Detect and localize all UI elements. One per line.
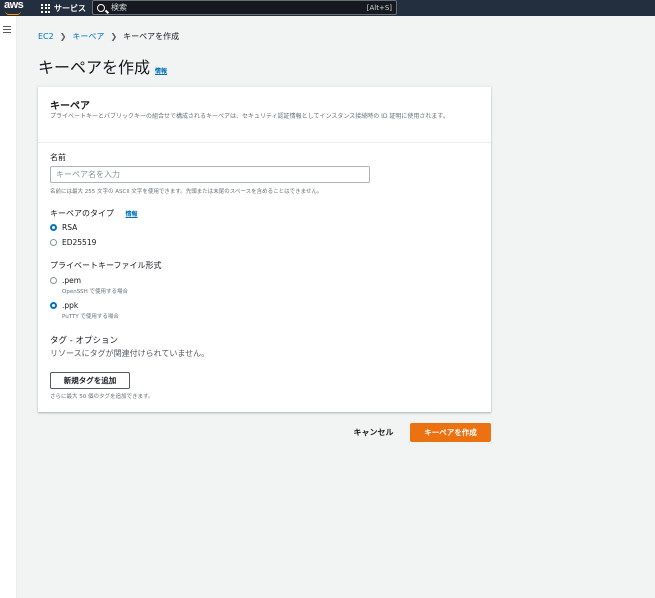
no-tags-message: リソースにタグが関連付けられていません。 bbox=[50, 349, 210, 358]
card-title: キーペア bbox=[50, 101, 90, 112]
page-title-text: キーペアを作成 bbox=[38, 58, 151, 77]
services-menu-button[interactable]: サービス bbox=[41, 0, 86, 16]
radio-button-selected[interactable] bbox=[50, 302, 57, 309]
breadcrumb-current: キーペアを作成 bbox=[123, 31, 180, 41]
create-key-pair-button[interactable]: キーペアを作成 bbox=[410, 423, 491, 442]
top-navigation-bar: aws サービス 検索 [Alt+S] bbox=[0, 0, 655, 16]
tags-section-title: タグ - オプション bbox=[50, 336, 118, 346]
card-description: プライベートキーとパブリックキーの組合せで構成されるキーペアは、セキュリティ認証… bbox=[50, 113, 449, 120]
aws-logo-text: aws bbox=[4, 0, 24, 11]
radio-ed25519[interactable]: ED25519 bbox=[50, 238, 96, 247]
add-tag-button[interactable]: 新規タグを追加 bbox=[50, 372, 130, 389]
name-hint: 名前には最大 255 文字の ASCII 文字を使用できます。先頭または末尾のス… bbox=[50, 189, 323, 195]
key-type-label: キーペアのタイプ 情報 bbox=[50, 208, 138, 219]
radio-ppk-label: .ppk bbox=[62, 301, 79, 310]
radio-ppk[interactable]: .ppk bbox=[50, 301, 78, 310]
radio-rsa-label: RSA bbox=[62, 223, 78, 232]
radio-button[interactable] bbox=[50, 239, 57, 246]
side-navigation-panel bbox=[0, 16, 17, 598]
radio-pem[interactable]: .pem bbox=[50, 276, 81, 285]
search-icon bbox=[97, 3, 105, 12]
breadcrumb-ec2-link[interactable]: EC2 bbox=[38, 32, 54, 41]
search-bar[interactable]: 検索 [Alt+S] bbox=[92, 0, 397, 15]
chevron-right-icon: ❯ bbox=[59, 31, 67, 41]
radio-ppk-description: PuTTY で使用する場合 bbox=[62, 314, 119, 320]
name-label: 名前 bbox=[50, 153, 66, 162]
key-type-label-text: キーペアのタイプ bbox=[50, 209, 114, 218]
chevron-right-icon: ❯ bbox=[110, 31, 118, 41]
page-title: キーペアを作成 情報 bbox=[38, 54, 167, 78]
radio-button-selected[interactable] bbox=[50, 224, 57, 231]
breadcrumb: EC2 ❯ キーペア ❯ キーペアを作成 bbox=[38, 30, 179, 42]
grid-icon bbox=[41, 3, 50, 13]
key-type-info-link[interactable]: 情報 bbox=[126, 211, 138, 218]
search-placeholder: 検索 bbox=[111, 3, 127, 12]
breadcrumb-keypairs-link[interactable]: キーペア bbox=[72, 31, 104, 42]
cancel-button[interactable]: キャンセル bbox=[346, 423, 401, 441]
radio-button[interactable] bbox=[50, 277, 57, 284]
radio-pem-description: OpenSSH で使用する場合 bbox=[62, 289, 129, 295]
hamburger-menu-icon[interactable] bbox=[3, 26, 11, 33]
radio-pem-label: .pem bbox=[62, 276, 82, 285]
tags-limit-hint: さらに最大 50 個のタグを追加できます。 bbox=[50, 394, 154, 400]
key-pair-form-card: キーペア プライベートキーとパブリックキーの組合せで構成されるキーペアは、セキュ… bbox=[38, 86, 491, 412]
radio-ed25519-label: ED25519 bbox=[62, 238, 97, 247]
page-info-link[interactable]: 情報 bbox=[155, 66, 167, 75]
key-format-label: プライベートキーファイル形式 bbox=[50, 261, 162, 270]
radio-rsa[interactable]: RSA bbox=[50, 223, 77, 232]
key-pair-name-input[interactable] bbox=[50, 166, 370, 183]
aws-smile-icon bbox=[5, 11, 21, 15]
card-header: キーペア プライベートキーとパブリックキーの組合せで構成されるキーペアは、セキュ… bbox=[38, 87, 491, 143]
search-shortcut-hint: [Alt+S] bbox=[366, 3, 392, 12]
aws-logo[interactable]: aws bbox=[2, 0, 32, 16]
services-label: サービス bbox=[54, 3, 86, 13]
